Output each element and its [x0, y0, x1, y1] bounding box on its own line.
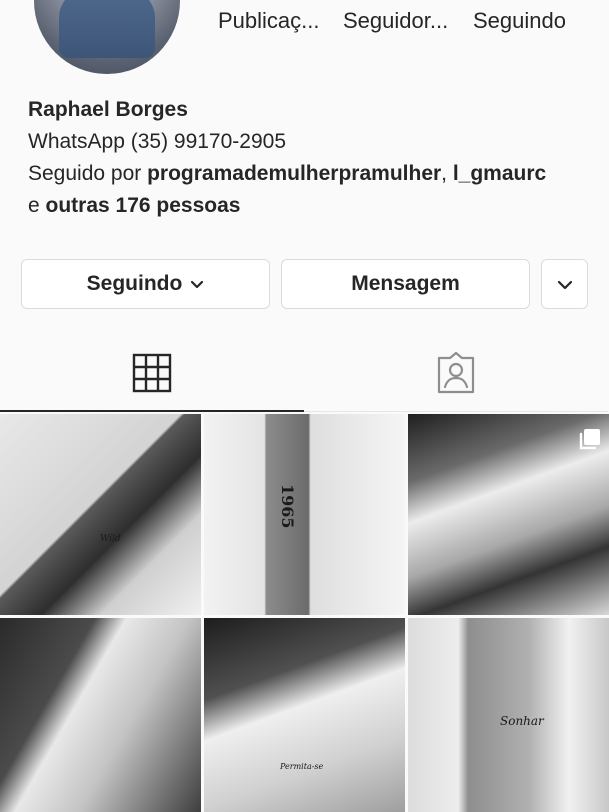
post-thumbnail[interactable] — [408, 414, 609, 615]
tab-tagged[interactable] — [304, 340, 608, 412]
posts-count-label[interactable]: Publicaç... — [218, 8, 320, 34]
followed-by-and: e — [28, 194, 46, 217]
following-count-label[interactable]: Seguindo — [473, 8, 566, 34]
followed-by-user-1[interactable]: programademulherpramulher — [147, 162, 441, 185]
followed-by-user-2[interactable]: l_gmaurc — [453, 162, 546, 185]
chevron-down-icon — [557, 272, 573, 296]
post-thumbnail[interactable]: 1965 — [204, 414, 405, 615]
followers-count-label[interactable]: Seguidor... — [343, 8, 448, 34]
post-thumbnail[interactable]: Wild — [0, 414, 201, 615]
tattoo-text: Permita-se — [280, 762, 324, 771]
profile-tabs — [0, 340, 609, 412]
tagged-user-icon — [435, 351, 477, 399]
profile-name: Raphael Borges — [28, 98, 188, 121]
followed-by-prefix: Seguido por — [28, 162, 148, 185]
multiple-photos-icon — [577, 428, 601, 457]
tattoo-text: Sonhar — [500, 714, 544, 728]
following-button[interactable]: Seguindo — [21, 259, 270, 309]
following-button-label: Seguindo — [86, 272, 183, 295]
tab-posts-grid[interactable] — [0, 340, 304, 412]
message-button-label: Mensagem — [351, 272, 460, 295]
profile-bio-text: WhatsApp (35) 99170-2905 — [28, 130, 286, 153]
tattoo-text: 1965 — [278, 484, 297, 529]
followed-by-line[interactable]: Seguido por programademulherpramulher, l… — [28, 158, 588, 190]
followed-by-others[interactable]: outras 176 pessoas — [46, 194, 241, 217]
post-thumbnail[interactable]: Permita-se — [204, 618, 405, 812]
followed-by-separator: , — [441, 162, 453, 185]
suggested-accounts-button[interactable] — [541, 259, 588, 309]
followed-by-others-line[interactable]: e outras 176 pessoas — [28, 190, 588, 222]
profile-bio: Raphael Borges WhatsApp (35) 99170-2905 … — [28, 94, 588, 222]
grid-icon — [132, 353, 172, 398]
post-thumbnail[interactable] — [0, 618, 201, 812]
post-thumbnail[interactable]: Sonhar — [408, 618, 609, 812]
profile-avatar[interactable] — [34, 0, 180, 74]
chevron-down-icon — [190, 272, 204, 296]
message-button[interactable]: Mensagem — [281, 259, 530, 309]
tattoo-text: Wild — [100, 534, 121, 544]
